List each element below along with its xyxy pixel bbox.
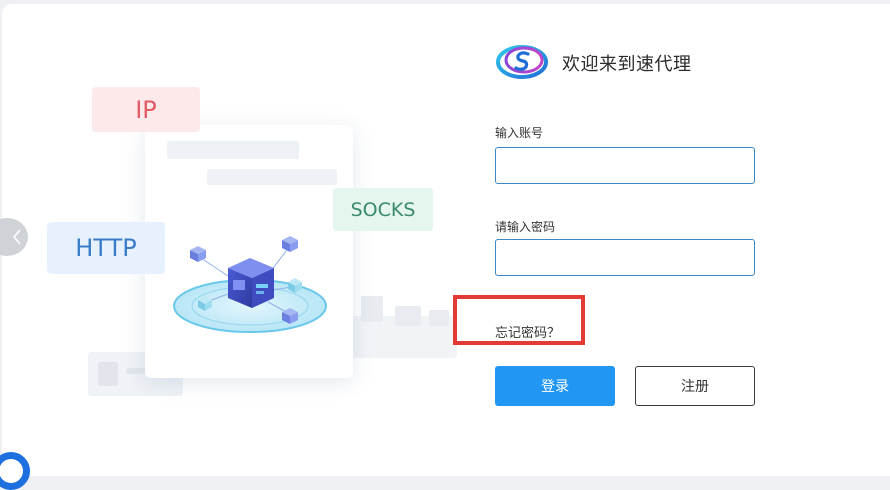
welcome-title: 欢迎来到速代理 — [562, 54, 692, 74]
account-input[interactable] — [495, 147, 755, 184]
register-button[interactable]: 注册 — [635, 366, 755, 406]
placeholder-line — [207, 169, 337, 185]
socks-tag: SOCKS — [333, 188, 433, 231]
password-label: 请输入密码 — [495, 220, 556, 234]
ghost-square — [98, 362, 118, 386]
chevron-left-icon — [12, 229, 21, 245]
hero-illustration: IP HTTP SOCKS — [0, 0, 460, 481]
placeholder-line — [167, 141, 299, 159]
ip-tag: IP — [92, 87, 200, 132]
account-label: 输入账号 — [495, 126, 544, 140]
server-network-icon — [173, 236, 327, 333]
ghost-machines — [351, 296, 457, 358]
http-tag: HTTP — [47, 222, 165, 274]
password-input[interactable] — [495, 239, 755, 276]
highlight-box — [453, 295, 585, 345]
su-proxy-logo — [496, 45, 548, 79]
login-button[interactable]: 登录 — [495, 366, 615, 406]
